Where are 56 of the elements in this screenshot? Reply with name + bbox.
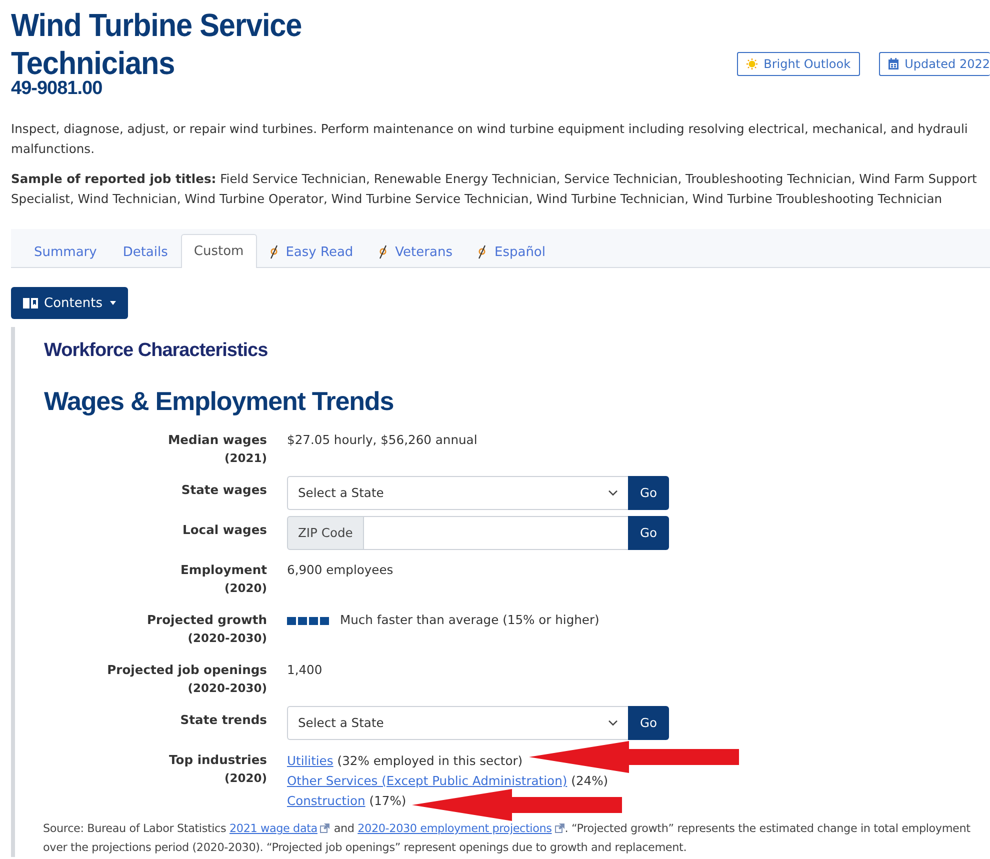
page-title: Wind Turbine Service Technicians	[11, 6, 303, 81]
row-label: State wages	[181, 482, 267, 499]
period-label: (2020)	[224, 580, 267, 597]
source-link[interactable]: 2021 wage data	[229, 822, 318, 835]
go-button[interactable]: Go	[628, 706, 669, 740]
row-label: Median wages	[168, 432, 267, 449]
row-value: Much faster than average (15% or higher)	[340, 613, 600, 627]
tab[interactable]: Summary	[21, 235, 110, 268]
tab[interactable]: Details	[110, 235, 181, 268]
row-label: Local wages	[182, 522, 267, 539]
go-button[interactable]: Go	[628, 516, 669, 550]
period-label: (2020-2030)	[188, 680, 267, 697]
period-label: (2020-2030)	[188, 630, 267, 647]
section-heading: Workforce Characteristics	[44, 339, 269, 363]
state-select[interactable]: Select a State	[287, 706, 628, 740]
industry-share: (17%)	[369, 793, 406, 810]
industry-share: (32% employed in this sector)	[337, 753, 523, 770]
sample-titles-text: Sample of reported job titles: Field Service Technician, Renewable Energy Technician, Service Technician, Troubleshooting Technician, Wind Farm Support Specialist, Wind Technician, Wind Turbine Operator, Wind Turbine Service Technician, Wind Turbine Technician, Wind Turbine Troubleshooting Technician	[11, 171, 978, 208]
industry-link[interactable]: Construction	[287, 791, 366, 811]
tab[interactable]: Veterans	[366, 235, 466, 268]
period-label: (2021)	[224, 450, 267, 467]
row-label: Projected growth	[147, 612, 267, 629]
row-label: Employment	[180, 562, 267, 579]
book-icon	[23, 297, 38, 309]
row-value: $27.05 hourly, $56,260 annual	[287, 433, 478, 447]
industry-link[interactable]: Other Services (Except Public Administration)	[287, 771, 568, 791]
chevron-down-icon	[608, 720, 618, 726]
row-label: Top industries	[169, 752, 267, 769]
industry-link[interactable]: Utilities	[287, 751, 334, 771]
tab[interactable]: Easy Read	[256, 235, 366, 268]
description-text: Inspect, diagnose, adjust, or repair wind turbines. Perform maintenance on wind turbine equipment including resolving electrical, mechanical, and hydrauli malfunctions.	[11, 121, 969, 158]
source-note: Source: Bureau of Labor Statistics 2021 wage data and 2020-2030 employment projections . “Projected growth” represents the estimated change in total employment over the projections period (2020-2030). “Projected job openings” represent openings due to growth and replacement.	[43, 821, 972, 856]
occupation-code: 49-9081.00	[11, 78, 104, 100]
row-label: State trends	[180, 712, 267, 729]
go-button[interactable]: Go	[628, 476, 669, 510]
state-select[interactable]: Select a State	[287, 476, 628, 510]
caret-icon	[110, 301, 116, 305]
zip-code-field[interactable]	[364, 516, 628, 550]
industry-share: (24%)	[571, 773, 608, 790]
subsection-heading: Wages & Employment Trends	[44, 385, 395, 417]
updated-badge[interactable]: Updated 2022	[878, 52, 990, 76]
external-link-icon	[320, 823, 330, 833]
tab[interactable]: Custom	[180, 234, 257, 268]
row-value: 1,400	[287, 663, 322, 677]
external-link-icon	[554, 823, 565, 833]
row-value: 6,900 employees	[287, 563, 394, 577]
row-label: Projected job openings	[107, 662, 267, 679]
contents-button[interactable]: Contents	[11, 287, 128, 319]
outlook-badge[interactable]: Bright Outlook	[736, 52, 860, 76]
calendar-icon	[888, 58, 899, 70]
source-link[interactable]: 2020-2030 employment projections	[358, 822, 552, 835]
tab[interactable]: Español	[465, 235, 558, 268]
period-label: (2020)	[224, 770, 267, 787]
sun-icon	[746, 58, 758, 70]
chevron-down-icon	[608, 490, 618, 496]
zip-code-label: ZIP Code	[287, 516, 364, 550]
